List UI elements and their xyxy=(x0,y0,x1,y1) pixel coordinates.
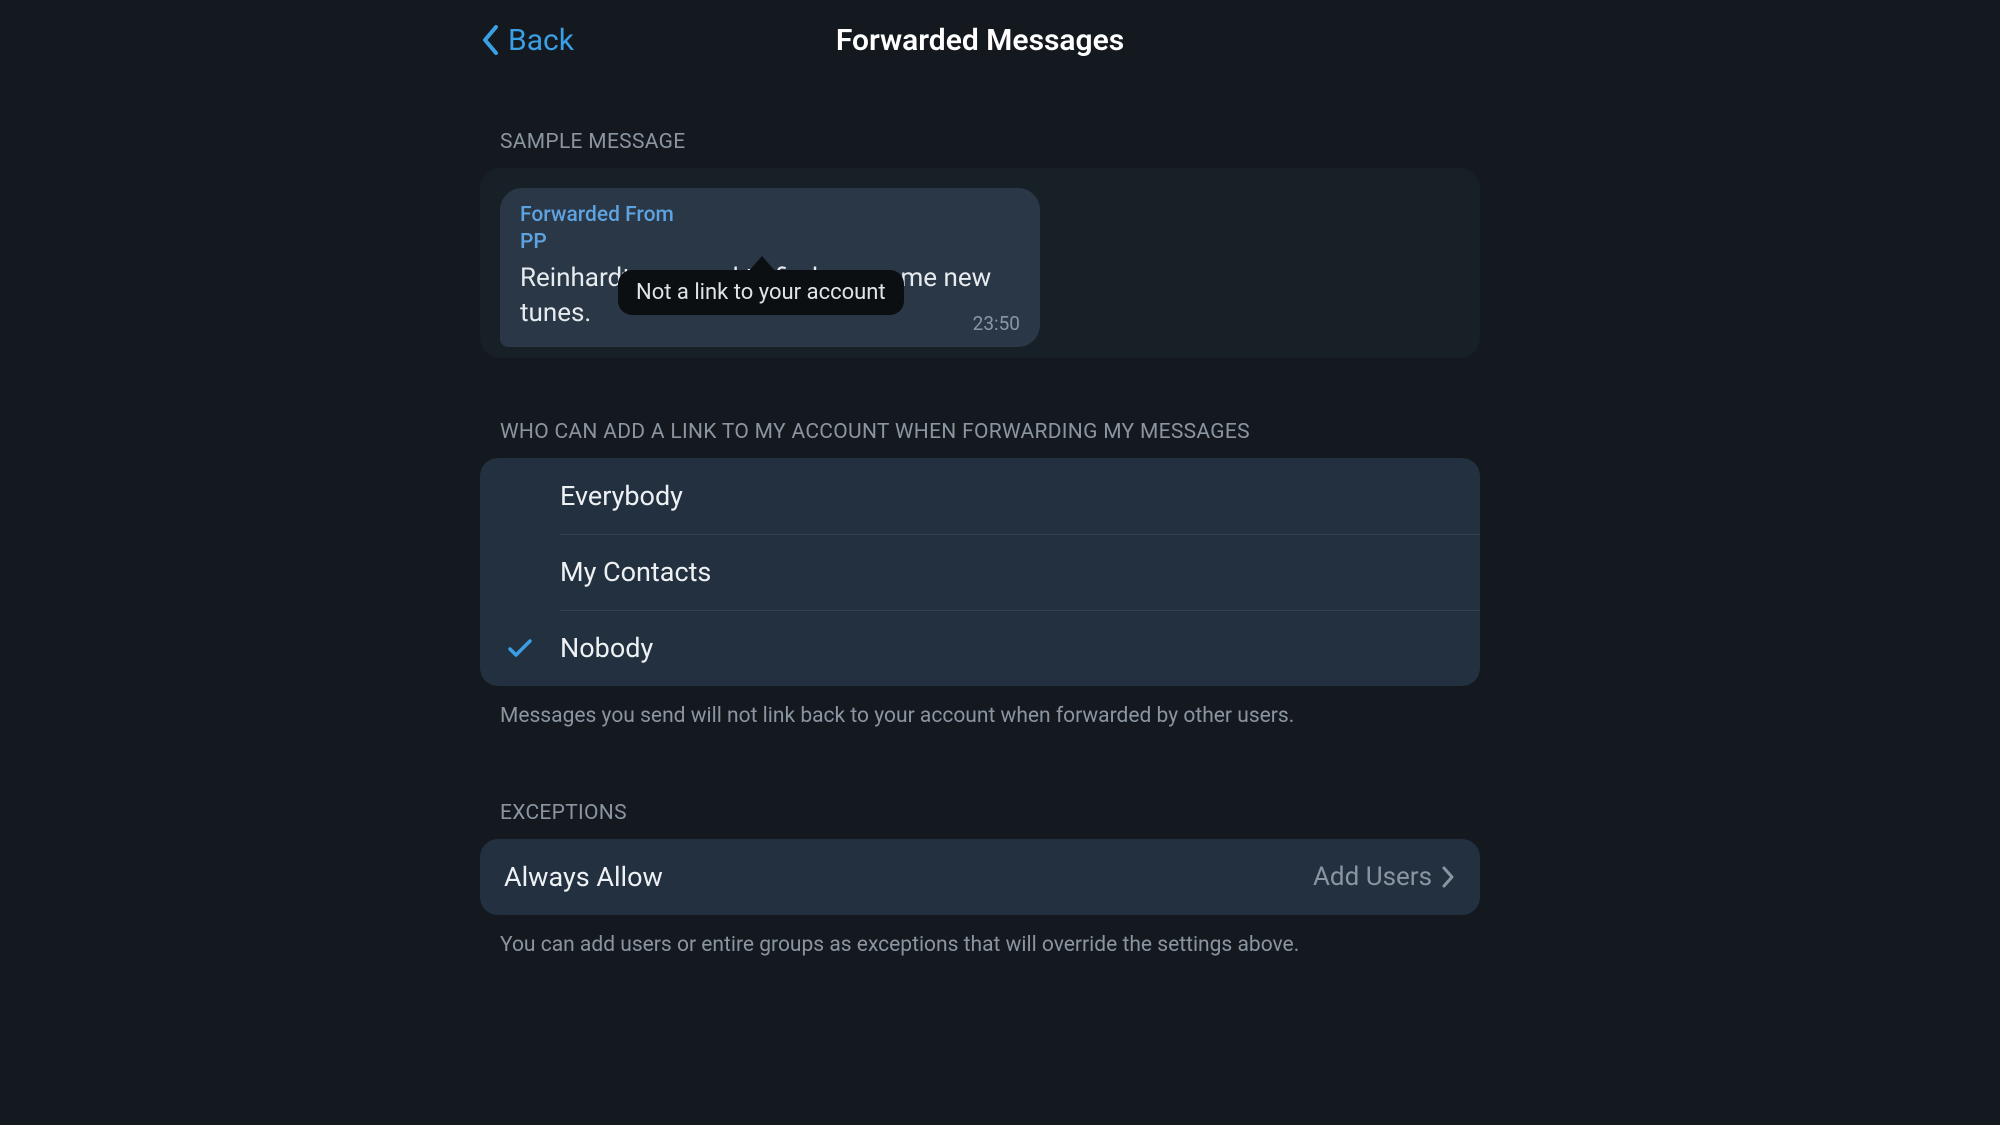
who-section: WHO CAN ADD A LINK TO MY ACCOUNT WHEN FO… xyxy=(480,420,1480,731)
chevron-right-icon xyxy=(1442,865,1456,889)
section-header-exceptions: EXCEPTIONS xyxy=(500,801,1480,825)
sample-message-time: 23:50 xyxy=(973,312,1020,335)
checkmark-icon xyxy=(480,638,560,658)
chevron-left-icon xyxy=(480,23,500,57)
back-button[interactable]: Back xyxy=(480,0,574,80)
exceptions-section: EXCEPTIONS Always Allow Add Users You ca… xyxy=(480,801,1480,960)
always-allow-label: Always Allow xyxy=(504,861,1313,893)
always-allow-row[interactable]: Always Allow Add Users xyxy=(480,839,1480,915)
tooltip-not-a-link: Not a link to your account xyxy=(618,270,904,315)
settings-screen: Back Forwarded Messages SAMPLE MESSAGE F… xyxy=(0,0,2000,1125)
section-footer-who: Messages you send will not link back to … xyxy=(500,702,1450,731)
option-label-my-contacts: My Contacts xyxy=(560,556,711,588)
option-nobody[interactable]: Nobody xyxy=(480,610,1480,686)
content-column: Back Forwarded Messages SAMPLE MESSAGE F… xyxy=(480,0,1480,961)
sample-section: SAMPLE MESSAGE Forwarded From PP Reinhar… xyxy=(480,130,1480,358)
sample-chat-background: Forwarded From PP Reinhardt, we need to … xyxy=(480,168,1480,358)
header-bar: Back Forwarded Messages xyxy=(480,0,1480,80)
always-allow-value: Add Users xyxy=(1313,862,1432,892)
section-header-sample: SAMPLE MESSAGE xyxy=(500,130,1480,154)
option-label-everybody: Everybody xyxy=(560,480,683,512)
forwarded-from-label: Forwarded From xyxy=(520,202,1020,229)
forwarded-from-name: PP xyxy=(520,229,1020,256)
section-header-who: WHO CAN ADD A LINK TO MY ACCOUNT WHEN FO… xyxy=(500,420,1480,444)
who-options-group: Everybody My Contacts Nobody xyxy=(480,458,1480,686)
sample-message-bubble: Forwarded From PP Reinhardt, we need to … xyxy=(500,188,1040,347)
option-my-contacts[interactable]: My Contacts xyxy=(480,534,1480,610)
back-label: Back xyxy=(508,23,574,58)
page-title: Forwarded Messages xyxy=(836,23,1124,58)
section-footer-exceptions: You can add users or entire groups as ex… xyxy=(500,931,1450,960)
exceptions-group: Always Allow Add Users xyxy=(480,839,1480,915)
option-label-nobody: Nobody xyxy=(560,632,653,664)
option-everybody[interactable]: Everybody xyxy=(480,458,1480,534)
